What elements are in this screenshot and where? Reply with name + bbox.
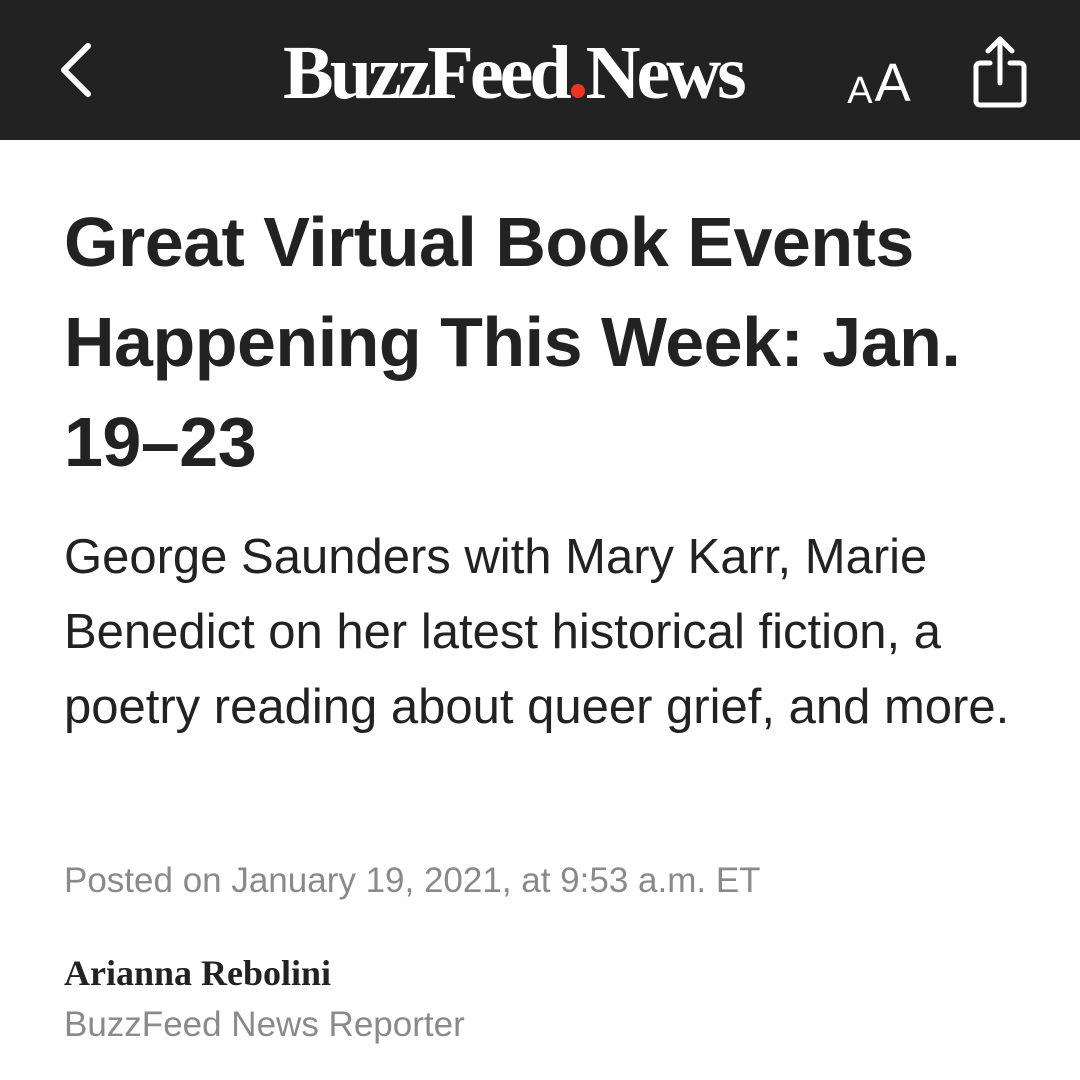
chevron-left-icon: [61, 43, 91, 97]
author-title: BuzzFeed News Reporter: [64, 1005, 465, 1044]
buzzfeed-news-logo[interactable]: BuzzFeed News: [283, 28, 747, 118]
share-icon: [973, 36, 1027, 108]
text-size-button[interactable]: AA: [834, 40, 924, 110]
share-button[interactable]: [960, 30, 1040, 114]
top-nav-bar: BuzzFeed News AA: [0, 0, 1080, 140]
article-dek: George Saunders with Mary Karr, Marie Be…: [64, 530, 1010, 734]
logo-red-dot: [570, 84, 585, 98]
posted-timestamp: Posted on January 19, 2021, at 9:53 a.m.…: [64, 861, 761, 900]
text-size-small-a: A: [847, 70, 873, 112]
logo-buzzfeed-text: BuzzFeed: [283, 31, 572, 115]
article-page: BuzzFeed News AA Great Virtual Book Event…: [0, 0, 1080, 1080]
author-name[interactable]: Arianna Rebolini: [64, 948, 331, 998]
text-size-large-a: A: [874, 53, 911, 113]
article-headline: Great Virtual Book Events Happening This…: [64, 203, 961, 481]
logo-news-text: News: [585, 31, 747, 115]
back-button[interactable]: [40, 34, 112, 106]
